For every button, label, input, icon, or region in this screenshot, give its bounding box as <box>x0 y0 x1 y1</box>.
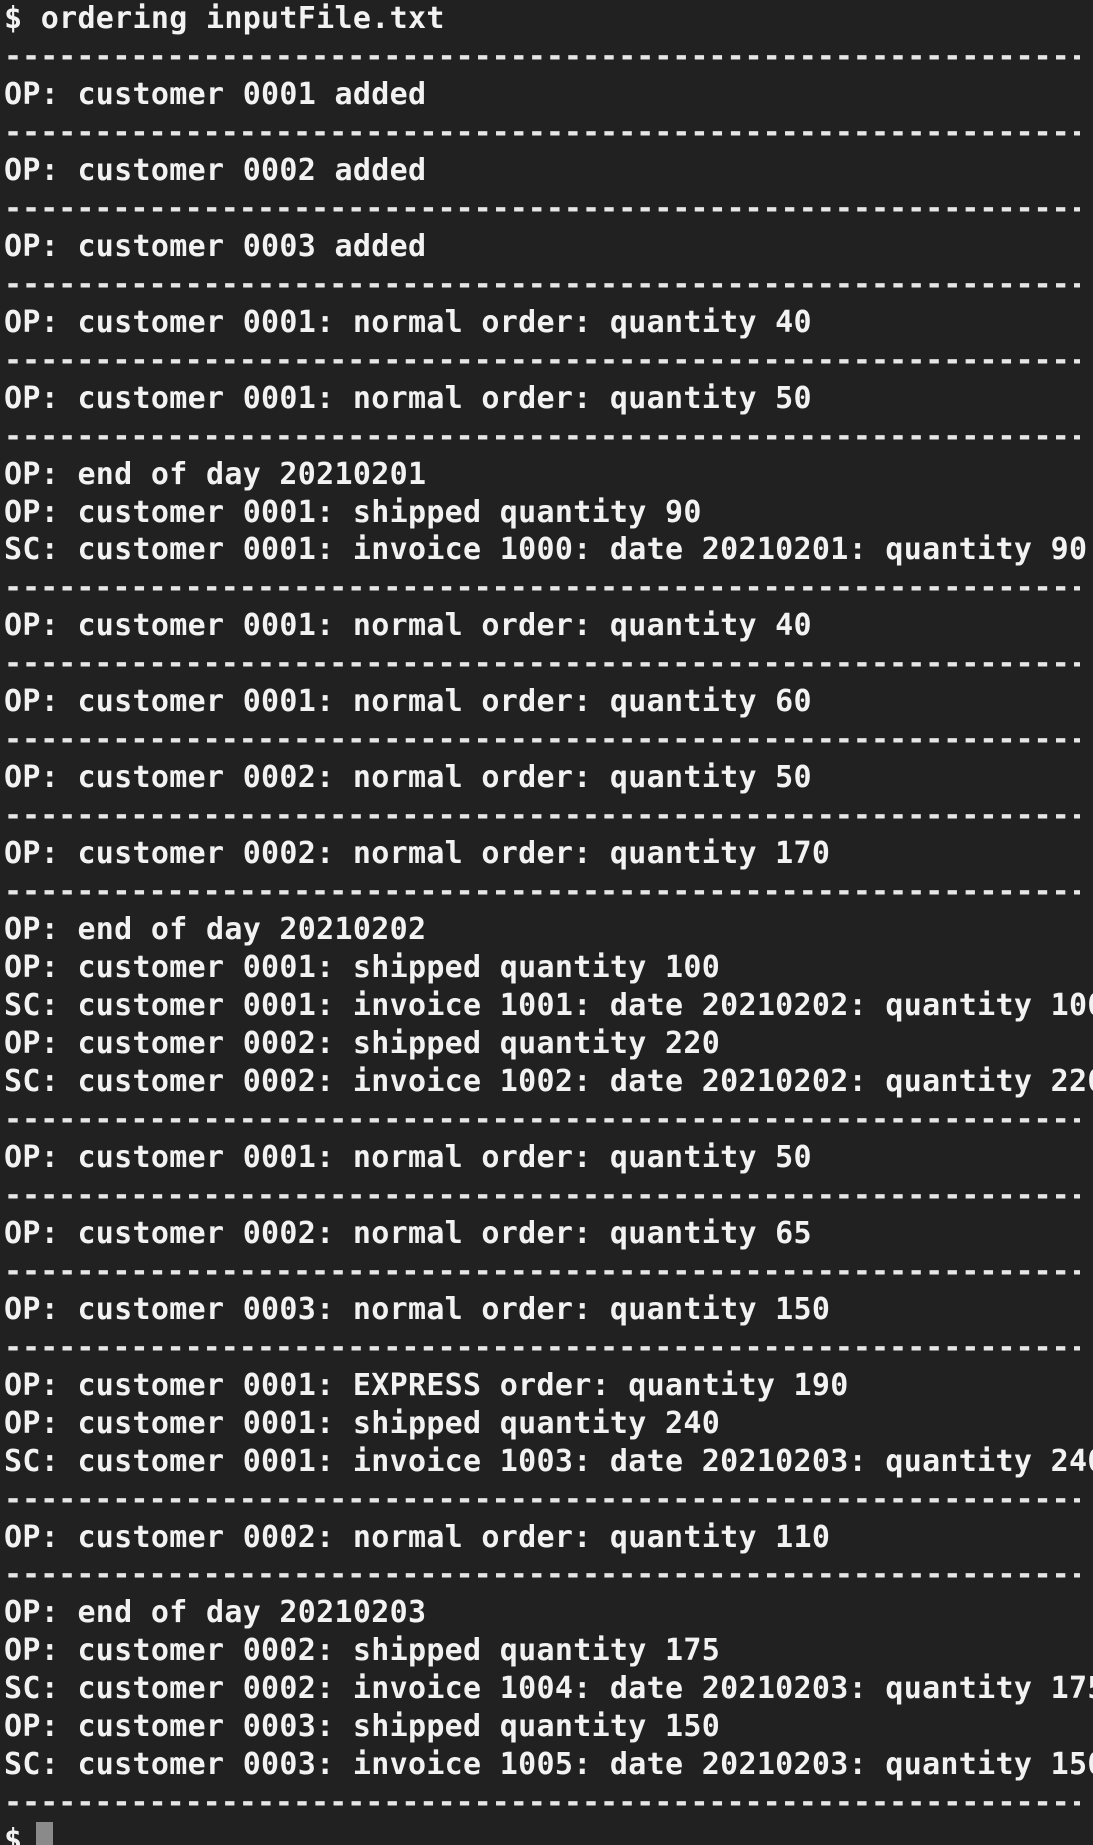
separator-line: ----------------------------------------… <box>4 1329 1080 1365</box>
output-line: SC: customer 0001: invoice 1003: date 20… <box>4 1443 1093 1479</box>
text-cursor[interactable] <box>36 1822 54 1845</box>
output-line: OP: end of day 20210201 <box>4 456 427 492</box>
separator-line: ----------------------------------------… <box>4 114 1080 150</box>
output-line: OP: customer 0002: shipped quantity 220 <box>4 1026 721 1061</box>
output-line: SC: customer 0001: invoice 1001: date 20… <box>4 988 1093 1024</box>
command-line: $ ordering inputFile.txt <box>4 1 445 36</box>
output-line: OP: end of day 20210203 <box>4 1595 427 1631</box>
separator-line: ----------------------------------------… <box>4 1253 1080 1289</box>
output-line: OP: customer 0003: shipped quantity 150 <box>4 1709 721 1745</box>
separator-line: ----------------------------------------… <box>4 1557 1080 1593</box>
input-prompt[interactable]: $ <box>4 1822 54 1845</box>
separator-line: ----------------------------------------… <box>4 1481 1080 1517</box>
output-line: OP: customer 0001: shipped quantity 240 <box>4 1405 721 1441</box>
output-line: OP: customer 0002: normal order: quantit… <box>4 1519 831 1555</box>
output-line: SC: customer 0002: invoice 1002: date 20… <box>4 1063 1093 1099</box>
output-line: OP: end of day 20210202 <box>4 912 427 948</box>
separator-line: ----------------------------------------… <box>4 1177 1080 1213</box>
separator-line: ----------------------------------------… <box>4 570 1080 606</box>
separator-line: ----------------------------------------… <box>4 418 1080 454</box>
separator-line: ----------------------------------------… <box>4 1101 1080 1137</box>
output-line: OP: customer 0001: normal order: quantit… <box>4 1139 812 1175</box>
output-line: OP: customer 0001: shipped quantity 90 <box>4 494 702 530</box>
separator-line: ----------------------------------------… <box>4 722 1080 758</box>
separator-line: ----------------------------------------… <box>4 342 1080 378</box>
separator-line: ----------------------------------------… <box>4 1785 1080 1821</box>
output-line: OP: customer 0001: normal order: quantit… <box>4 684 812 720</box>
output-line: OP: customer 0001: EXPRESS order: quanti… <box>4 1367 849 1403</box>
separator-line: ----------------------------------------… <box>4 190 1080 226</box>
output-line: OP: customer 0001: normal order: quantit… <box>4 380 812 416</box>
separator-line: ----------------------------------------… <box>4 38 1080 74</box>
output-line: OP: customer 0001: normal order: quantit… <box>4 608 812 644</box>
output-line: OP: customer 0002: normal order: quantit… <box>4 836 831 872</box>
output-line: OP: customer 0002: normal order: quantit… <box>4 760 812 796</box>
output-line: OP: customer 0003 added <box>4 228 427 264</box>
output-line: SC: customer 0002: invoice 1004: date 20… <box>4 1671 1093 1707</box>
prompt-symbol: $ <box>4 1823 23 1845</box>
output-line: SC: customer 0003: invoice 1005: date 20… <box>4 1747 1093 1783</box>
separator-line: ----------------------------------------… <box>4 798 1080 834</box>
output-line: OP: customer 0001: shipped quantity 100 <box>4 950 721 986</box>
terminal-window[interactable]: $ ordering inputFile.txt ----------------… <box>0 0 1093 1845</box>
output-line: SC: customer 0001: invoice 1000: date 20… <box>4 532 1088 568</box>
output-line: OP: customer 0002: shipped quantity 175 <box>4 1633 721 1669</box>
separator-line: ----------------------------------------… <box>4 874 1080 910</box>
separator-line: ----------------------------------------… <box>4 266 1080 302</box>
output-line: OP: customer 0001: normal order: quantit… <box>4 304 812 340</box>
output-line: OP: customer 0002: normal order: quantit… <box>4 1215 812 1251</box>
output-line: OP: customer 0001 added <box>4 76 427 112</box>
separator-line: ----------------------------------------… <box>4 646 1080 682</box>
output-line: OP: customer 0002 added <box>4 152 427 188</box>
output-line: OP: customer 0003: normal order: quantit… <box>4 1291 831 1327</box>
